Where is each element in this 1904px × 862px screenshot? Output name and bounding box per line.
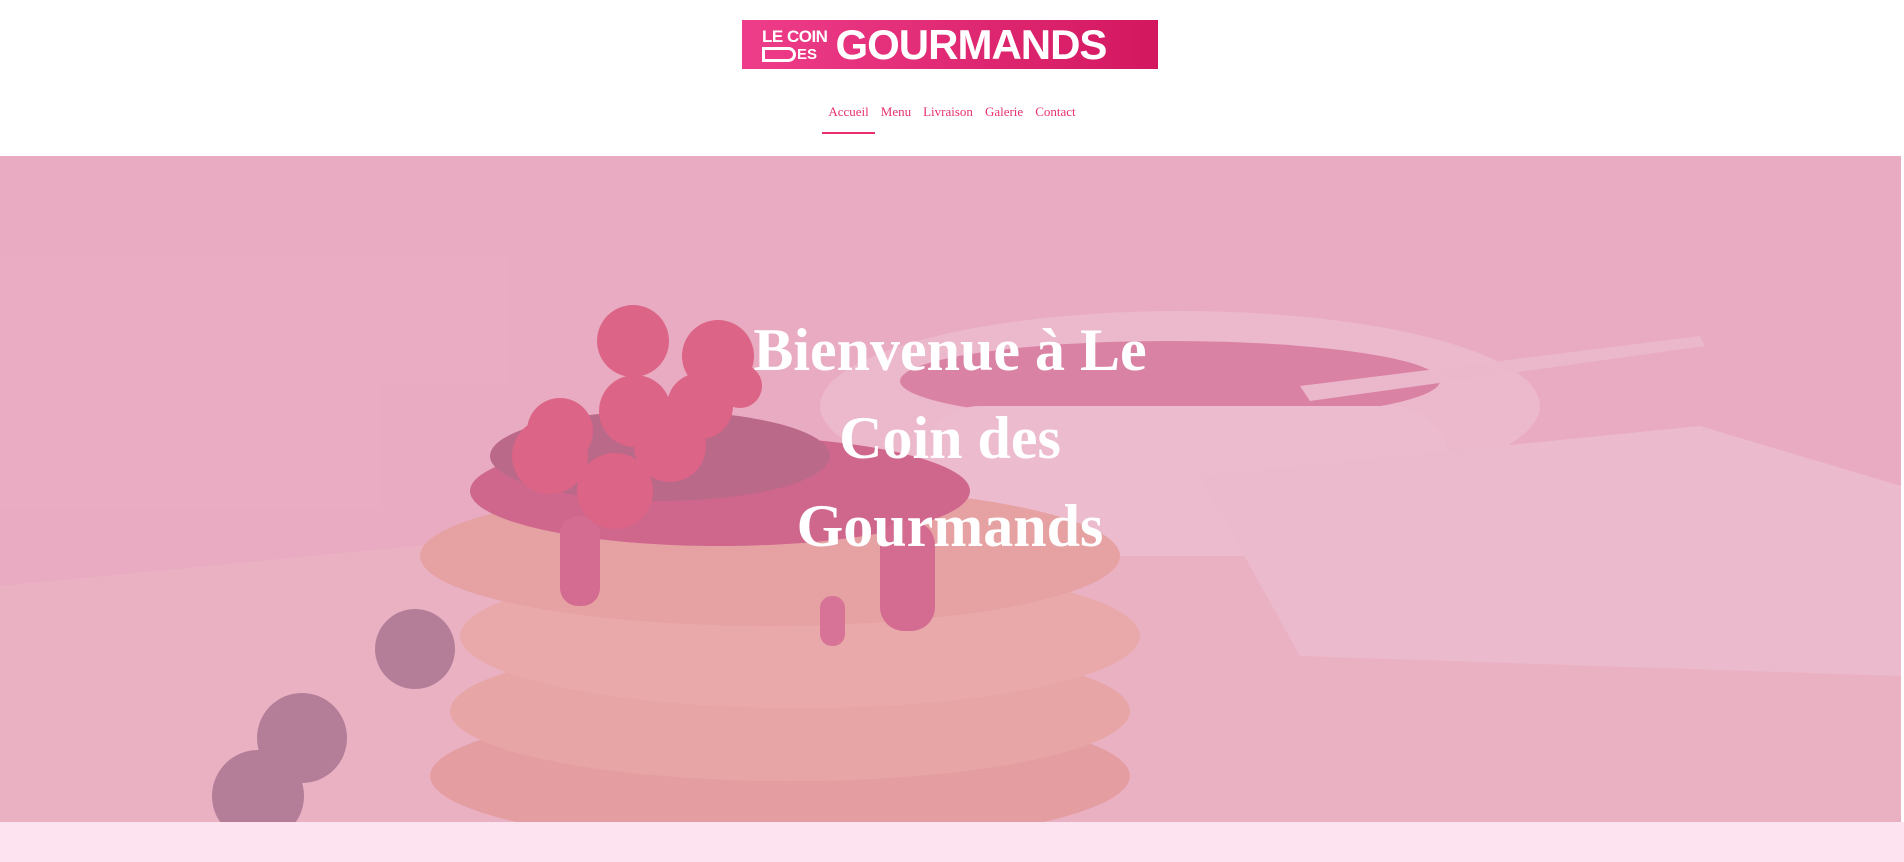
nav-active-underline [822,132,875,134]
site-header: LE COIN ES GOURMANDS Accueil Menu Livrai… [0,0,1904,156]
nav-item-galerie[interactable]: Galerie [979,96,1029,134]
logo-line2-wrap: ES [762,45,827,63]
hero-title-line1: Bienvenue à Le [753,317,1147,383]
section-divider-strip [0,822,1904,862]
hero-section: Bienvenue à Le Coin des Gourmands [0,156,1901,822]
nav-item-menu[interactable]: Menu [875,96,917,134]
site-logo[interactable]: LE COIN ES GOURMANDS [742,20,1158,69]
main-nav: Accueil Menu Livraison Galerie Contact [0,96,1904,134]
nav-item-contact[interactable]: Contact [1029,96,1081,134]
logo-line1: LE COIN [762,26,828,46]
page: LE COIN ES GOURMANDS Accueil Menu Livrai… [0,0,1904,862]
logo-line2: ES [797,45,818,63]
logo-wordmark: GOURMANDS [835,20,1107,68]
logo-small-text: LE COIN ES [762,26,828,63]
hero-title: Bienvenue à Le Coin des Gourmands [700,306,1200,570]
hero-title-line2: Coin des [839,405,1061,471]
nav-item-livraison[interactable]: Livraison [917,96,979,134]
hero-title-line3: Gourmands [796,493,1104,559]
nav-item-accueil[interactable]: Accueil [822,96,875,134]
logo-d-shape [762,46,796,62]
